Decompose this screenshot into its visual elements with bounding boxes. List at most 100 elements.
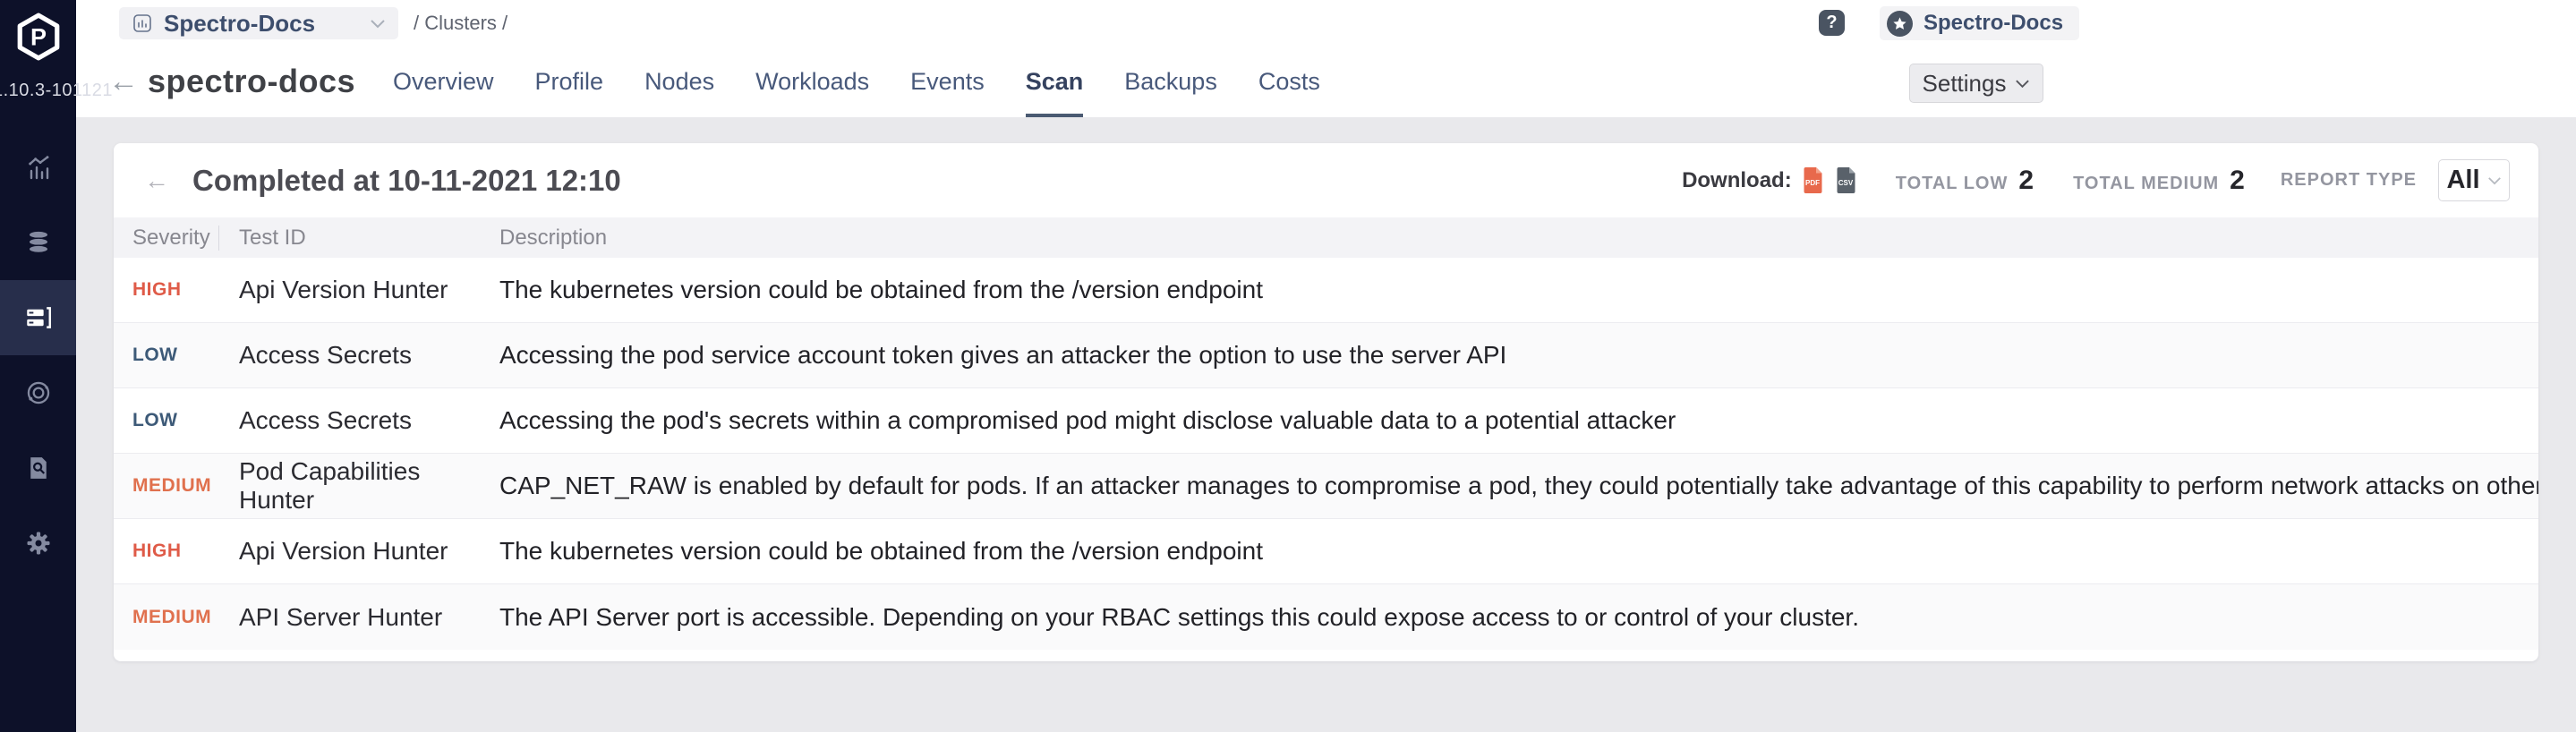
table-row: LOW Access Secrets Accessing the pod's s… <box>114 388 2538 454</box>
tab-label: Profile <box>535 68 604 96</box>
tab[interactable]: Events <box>910 47 985 117</box>
total-counter-value: 2 <box>2230 166 2245 196</box>
svg-text:P: P <box>30 23 46 50</box>
total-counter: TOTAL MEDIUM 2 <box>2073 166 2245 196</box>
tab[interactable]: Costs <box>1258 47 1320 117</box>
table-row: HIGH Api Version Hunter The kubernetes v… <box>114 519 2538 584</box>
orbit-icon <box>24 379 53 407</box>
sidebar: P 1.10.3-101121 <box>0 0 76 732</box>
settings-button-label: Settings <box>1923 70 2007 98</box>
sidebar-item-settings[interactable] <box>0 506 76 581</box>
description-cell: Accessing the pod service account token … <box>499 341 2538 370</box>
tab-label: Costs <box>1258 68 1320 96</box>
tab[interactable]: Overview <box>393 47 494 117</box>
totals: TOTAL LOW 2 TOTAL MEDIUM 2 <box>1856 166 2245 196</box>
sidebar-item-workspaces[interactable] <box>0 355 76 430</box>
sidebar-item-monitor[interactable] <box>0 130 76 205</box>
test-id-cell: Api Version Hunter <box>219 537 499 566</box>
description-cell: Accessing the pod's secrets within a com… <box>499 406 2538 435</box>
sidebar-nav <box>0 130 76 581</box>
breadcrumb[interactable]: / Clusters / <box>414 0 508 47</box>
csv-file-icon[interactable]: CSV <box>1836 167 1856 193</box>
tab-label: Overview <box>393 68 494 96</box>
tab-label: Backups <box>1124 68 1217 96</box>
tab-label: Scan <box>1026 68 1084 96</box>
sidebar-item-clusters[interactable] <box>0 280 76 355</box>
app-logo[interactable]: P <box>0 0 76 61</box>
table-header: Severity Test ID Description <box>114 217 2538 258</box>
description-cell: CAP_NET_RAW is enabled by default for po… <box>499 472 2538 500</box>
tab[interactable]: Scan <box>1026 47 1084 117</box>
report-back-button[interactable]: ← <box>144 168 169 193</box>
report-toolbar: Download: PDF CSV TOTAL LOW 2 TOTAL MEDI… <box>1682 159 2510 201</box>
version-label: 1.10.3-101121 <box>0 81 76 101</box>
column-description: Description <box>499 226 2538 251</box>
sidebar-item-audit[interactable] <box>0 430 76 506</box>
table-row: MEDIUM API Server Hunter The API Server … <box>114 584 2538 650</box>
table-row: LOW Access Secrets Accessing the pod ser… <box>114 323 2538 388</box>
table-row: HIGH Api Version Hunter The kubernetes v… <box>114 258 2538 323</box>
severity-badge: LOW <box>132 410 177 430</box>
chevron-down-icon <box>2015 79 2030 89</box>
settings-button[interactable]: Settings <box>1909 64 2043 103</box>
tab-label: Workloads <box>755 68 869 96</box>
tab[interactable]: Backups <box>1124 47 1217 117</box>
report-title: Completed at 10-11-2021 12:10 <box>192 164 621 198</box>
scan-results-table: HIGH Api Version Hunter The kubernetes v… <box>114 258 2538 650</box>
test-id-cell: Access Secrets <box>219 406 499 435</box>
analytics-icon <box>24 153 53 182</box>
clusters-icon <box>23 302 54 333</box>
description-cell: The kubernetes version could be obtained… <box>499 276 2538 304</box>
tab[interactable]: Profile <box>535 47 604 117</box>
page-header: ← spectro-docs Overview Profile Nodes Wo… <box>76 47 2576 117</box>
description-cell: The kubernetes version could be obtained… <box>499 537 2538 566</box>
project-selector-label: Spectro-Docs <box>164 10 315 38</box>
table-row: MEDIUM Pod Capabilities Hunter CAP_NET_R… <box>114 454 2538 519</box>
total-counter: TOTAL LOW 2 <box>1896 166 2034 196</box>
topbar: Spectro-Docs / Clusters / ? Spectro-Docs <box>76 0 2576 47</box>
severity-badge: HIGH <box>132 279 182 300</box>
audit-icon <box>25 455 52 481</box>
download-label: Download: <box>1682 168 1792 193</box>
test-id-cell: Access Secrets <box>219 341 499 370</box>
back-button[interactable]: ← <box>108 66 139 97</box>
chevron-down-icon <box>370 19 386 29</box>
severity-badge: HIGH <box>132 540 182 561</box>
pdf-file-icon[interactable]: PDF <box>1803 167 1823 193</box>
report-type-value: All <box>2446 166 2479 195</box>
report-type-label: REPORT TYPE <box>2281 170 2417 191</box>
stack-icon <box>24 228 53 257</box>
user-name: Spectro-Docs <box>1923 11 2063 36</box>
report-header: ← Completed at 10-11-2021 12:10 Download… <box>114 143 2538 217</box>
test-id-cell: Api Version Hunter <box>219 276 499 304</box>
gear-icon <box>25 530 52 557</box>
help-icon[interactable]: ? <box>1819 10 1845 36</box>
tab[interactable]: Nodes <box>644 47 714 117</box>
report-type-select[interactable]: All <box>2438 159 2510 201</box>
severity-badge: MEDIUM <box>132 475 211 496</box>
total-counter-label: TOTAL MEDIUM <box>2073 174 2219 194</box>
tab-label: Nodes <box>644 68 714 96</box>
content-area: ← Completed at 10-11-2021 12:10 Download… <box>76 117 2576 732</box>
severity-badge: LOW <box>132 345 177 365</box>
column-test-id: Test ID <box>219 226 499 251</box>
project-chart-icon <box>132 13 153 34</box>
test-id-cell: API Server Hunter <box>219 603 499 632</box>
tab-bar: Overview Profile Nodes Workloads Events … <box>393 47 1320 117</box>
tab[interactable]: Workloads <box>755 47 869 117</box>
star-icon <box>1892 16 1907 31</box>
page-title: spectro-docs <box>148 63 355 100</box>
total-counter-value: 2 <box>2018 166 2034 196</box>
total-counter-label: TOTAL LOW <box>1896 174 2009 194</box>
project-selector[interactable]: Spectro-Docs <box>119 7 398 39</box>
sidebar-item-profiles[interactable] <box>0 205 76 280</box>
chevron-down-icon <box>2487 176 2502 185</box>
svg-text:PDF: PDF <box>1805 179 1820 187</box>
description-cell: The API Server port is accessible. Depen… <box>499 603 2538 632</box>
test-id-cell: Pod Capabilities Hunter <box>219 457 499 515</box>
palette-logo-icon: P <box>14 13 63 61</box>
user-menu[interactable]: Spectro-Docs <box>1880 6 2079 40</box>
scan-report-panel: ← Completed at 10-11-2021 12:10 Download… <box>114 143 2538 661</box>
severity-badge: MEDIUM <box>132 607 211 627</box>
tab-label: Events <box>910 68 985 96</box>
